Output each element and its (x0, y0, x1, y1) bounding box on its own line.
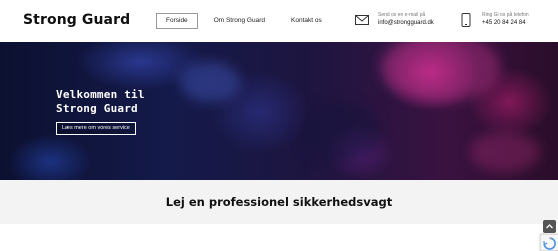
hero-title-line: Strong Guard (56, 102, 138, 115)
hero-background-image (380, 42, 500, 102)
site-logo[interactable]: Strong Guard (23, 12, 130, 28)
email-value[interactable]: info@strongguard.dk (378, 19, 434, 28)
email-label: Send os en e-mail på (378, 12, 426, 18)
hero-light-spot (300, 102, 380, 162)
hero-light-spot (180, 62, 240, 102)
email-contact[interactable]: Send os en e-mail på info@strongguard.dk (354, 12, 434, 28)
phone-label: Ring Gi os på telefon (482, 12, 529, 18)
nav-item-forside[interactable]: Forside (156, 13, 198, 29)
hero-light-spot (470, 132, 540, 172)
main-nav: Forside Om Strong Guard Kontakt os (156, 13, 332, 29)
envelope-icon (354, 12, 370, 28)
nav-item-om-strong-guard[interactable]: Om Strong Guard (204, 13, 275, 29)
page-content-area (0, 224, 558, 251)
section-title: Lej en professionel sikkerhedsvagt (165, 195, 393, 209)
hero-title: Velkommen til Strong Guard (56, 88, 145, 116)
hero-title-line: Velkommen til (56, 88, 145, 101)
recaptcha-badge[interactable] (540, 234, 558, 251)
recaptcha-icon (541, 237, 558, 251)
services-section: Lej en professionel sikkerhedsvagt (0, 180, 558, 224)
hero-banner: Velkommen til Strong Guard Læs mere om v… (0, 42, 558, 180)
site-header: Strong Guard Forside Om Strong Guard Kon… (0, 0, 558, 42)
scroll-to-top-button[interactable] (543, 220, 556, 233)
nav-item-kontakt-os[interactable]: Kontakt os (281, 13, 332, 29)
phone-value[interactable]: +45 20 84 24 84 (482, 19, 529, 28)
smartphone-icon (458, 12, 474, 28)
phone-contact[interactable]: Ring Gi os på telefon +45 20 84 24 84 (458, 12, 529, 28)
read-more-button[interactable]: Læs mere om vores service (56, 122, 136, 135)
